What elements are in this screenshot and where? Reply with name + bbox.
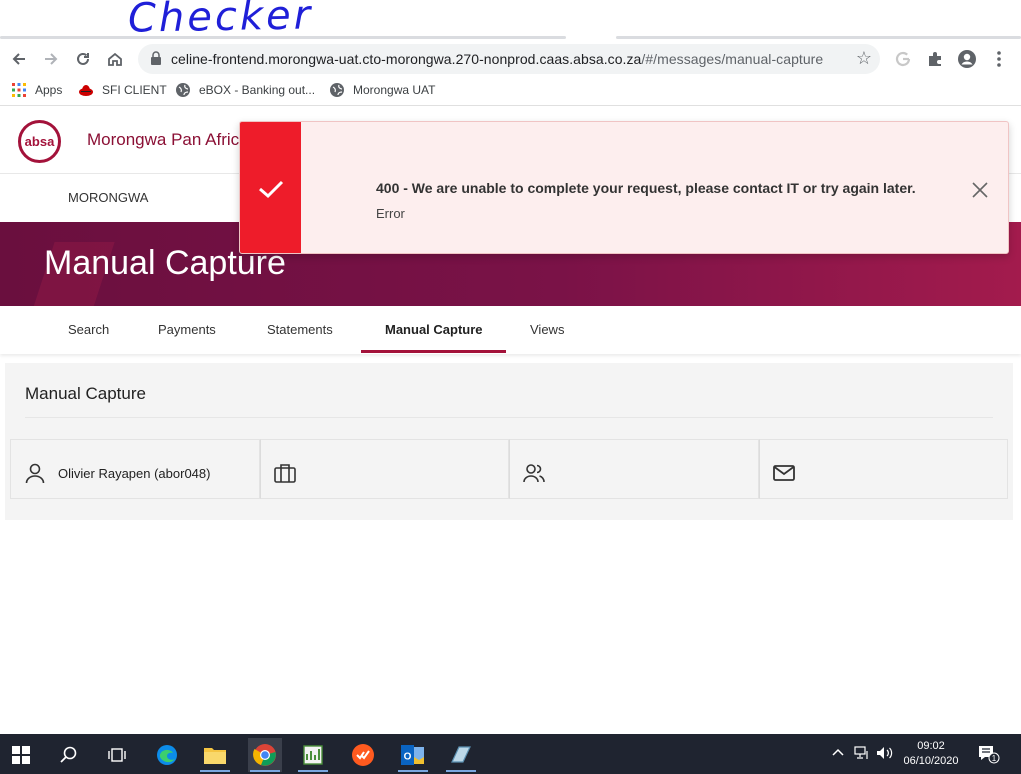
notes-app-icon[interactable] bbox=[444, 738, 478, 772]
back-icon[interactable] bbox=[8, 48, 30, 70]
notification-center-icon[interactable]: 1 bbox=[978, 744, 1000, 764]
tab-search[interactable]: Search bbox=[68, 322, 109, 337]
taskbar-running-indicator bbox=[200, 770, 230, 772]
url-path: /#/messages/manual-capture bbox=[641, 51, 824, 67]
users-icon bbox=[523, 464, 545, 483]
forward-icon[interactable] bbox=[40, 48, 62, 70]
extensions-icon[interactable] bbox=[924, 48, 946, 70]
bookmark-sfi-client[interactable]: SFI CLIENT bbox=[78, 82, 167, 98]
url-text: celine-frontend.morongwa-uat.cto-morongw… bbox=[171, 51, 823, 67]
close-icon[interactable] bbox=[970, 180, 990, 200]
mail-icon bbox=[772, 465, 795, 481]
menu-dots-icon[interactable] bbox=[988, 48, 1010, 70]
absa-logo[interactable]: absa bbox=[18, 120, 61, 163]
search-icon[interactable] bbox=[52, 738, 86, 772]
bookmark-morongwa-uat[interactable]: Morongwa UAT bbox=[329, 82, 435, 98]
manual-capture-panel: Manual Capture Olivier Rayapen (abor048) bbox=[5, 363, 1013, 520]
chrome-icon[interactable] bbox=[248, 738, 282, 772]
tray-expand-icon[interactable] bbox=[832, 746, 844, 760]
active-tab-indicator bbox=[361, 350, 506, 353]
tab-statements[interactable]: Statements bbox=[267, 322, 333, 337]
url-host: celine-frontend.morongwa-uat.cto-morongw… bbox=[171, 51, 642, 67]
reload-icon[interactable] bbox=[72, 48, 94, 70]
bookmarks-bar: Apps SFI CLIENT eBOX - Banking out... Mo… bbox=[0, 76, 1021, 106]
edge-icon[interactable] bbox=[150, 738, 184, 772]
lock-icon bbox=[151, 51, 161, 65]
bookmark-star-icon[interactable]: ☆ bbox=[856, 48, 872, 69]
outlook-icon[interactable]: O bbox=[396, 738, 430, 772]
bookmark-label: Apps bbox=[35, 83, 63, 97]
tab-payments[interactable]: Payments bbox=[158, 322, 216, 337]
windows-start-icon[interactable] bbox=[4, 738, 38, 772]
checkmark-icon bbox=[258, 180, 283, 198]
chart-app-icon[interactable] bbox=[296, 738, 330, 772]
google-icon[interactable] bbox=[892, 48, 914, 70]
bookmark-label: Morongwa UAT bbox=[353, 83, 436, 97]
network-icon[interactable] bbox=[853, 746, 871, 763]
section-title: Manual Capture bbox=[25, 384, 146, 403]
profile-icon[interactable] bbox=[956, 48, 978, 70]
taskbar-running-indicator bbox=[298, 770, 328, 772]
briefcase-card bbox=[259, 439, 509, 499]
volume-icon[interactable] bbox=[876, 746, 894, 763]
taskbar-running-indicator bbox=[446, 770, 476, 772]
redhat-icon bbox=[79, 85, 93, 96]
apps-grid-icon bbox=[12, 83, 26, 97]
handwritten-annotation: Checker bbox=[127, 0, 314, 42]
taskbar-running-indicator bbox=[398, 770, 428, 772]
clock-date: 06/10/2020 bbox=[903, 755, 959, 767]
taskbar-running-indicator bbox=[250, 770, 280, 772]
user-icon bbox=[25, 463, 45, 484]
briefcase-icon bbox=[273, 464, 296, 483]
file-explorer-icon[interactable] bbox=[198, 738, 232, 772]
users-card bbox=[509, 439, 759, 499]
clock-time: 09:02 bbox=[917, 740, 945, 752]
tab-manual-capture[interactable]: Manual Capture bbox=[385, 322, 483, 337]
address-bar[interactable]: celine-frontend.morongwa-uat.cto-morongw… bbox=[138, 44, 880, 74]
toast-subtitle: Error bbox=[376, 206, 405, 221]
error-toast: 400 - We are unable to complete your req… bbox=[239, 121, 1009, 254]
home-icon[interactable] bbox=[104, 48, 126, 70]
bookmark-apps[interactable]: Apps bbox=[11, 82, 62, 98]
task-view-icon[interactable] bbox=[100, 738, 134, 772]
user-name: Olivier Rayapen (abor048) bbox=[58, 466, 211, 481]
tab-strip: Checker bbox=[0, 0, 1021, 42]
nav-tabs: Search Payments Statements Manual Captur… bbox=[0, 306, 1021, 354]
windows-taskbar: O 09:02 06/10/2020 1 bbox=[0, 734, 1021, 774]
mail-card bbox=[758, 439, 1008, 499]
bookmark-label: eBOX - Banking out... bbox=[199, 83, 316, 97]
globe-icon bbox=[176, 83, 190, 97]
system-clock[interactable]: 09:02 06/10/2020 bbox=[900, 739, 962, 769]
tab-views[interactable]: Views bbox=[530, 322, 564, 337]
user-card: Olivier Rayapen (abor048) bbox=[10, 439, 260, 499]
section-divider bbox=[25, 417, 993, 418]
toast-status-bar bbox=[240, 122, 301, 253]
toast-message: 400 - We are unable to complete your req… bbox=[376, 180, 916, 196]
bookmark-ebox[interactable]: eBOX - Banking out... bbox=[175, 82, 315, 98]
globe-icon bbox=[330, 83, 344, 97]
brand-name: Morongwa Pan Africa bbox=[87, 130, 249, 149]
info-cards: Olivier Rayapen (abor048) bbox=[10, 439, 1008, 499]
svg-text:O: O bbox=[404, 752, 412, 763]
tasks-app-icon[interactable] bbox=[346, 738, 380, 772]
tab-strip-line bbox=[616, 36, 1021, 39]
browser-toolbar: celine-frontend.morongwa-uat.cto-morongw… bbox=[0, 42, 1021, 76]
org-name: MORONGWA bbox=[68, 190, 149, 205]
notification-count: 1 bbox=[992, 754, 997, 763]
bookmark-label: SFI CLIENT bbox=[102, 83, 167, 97]
